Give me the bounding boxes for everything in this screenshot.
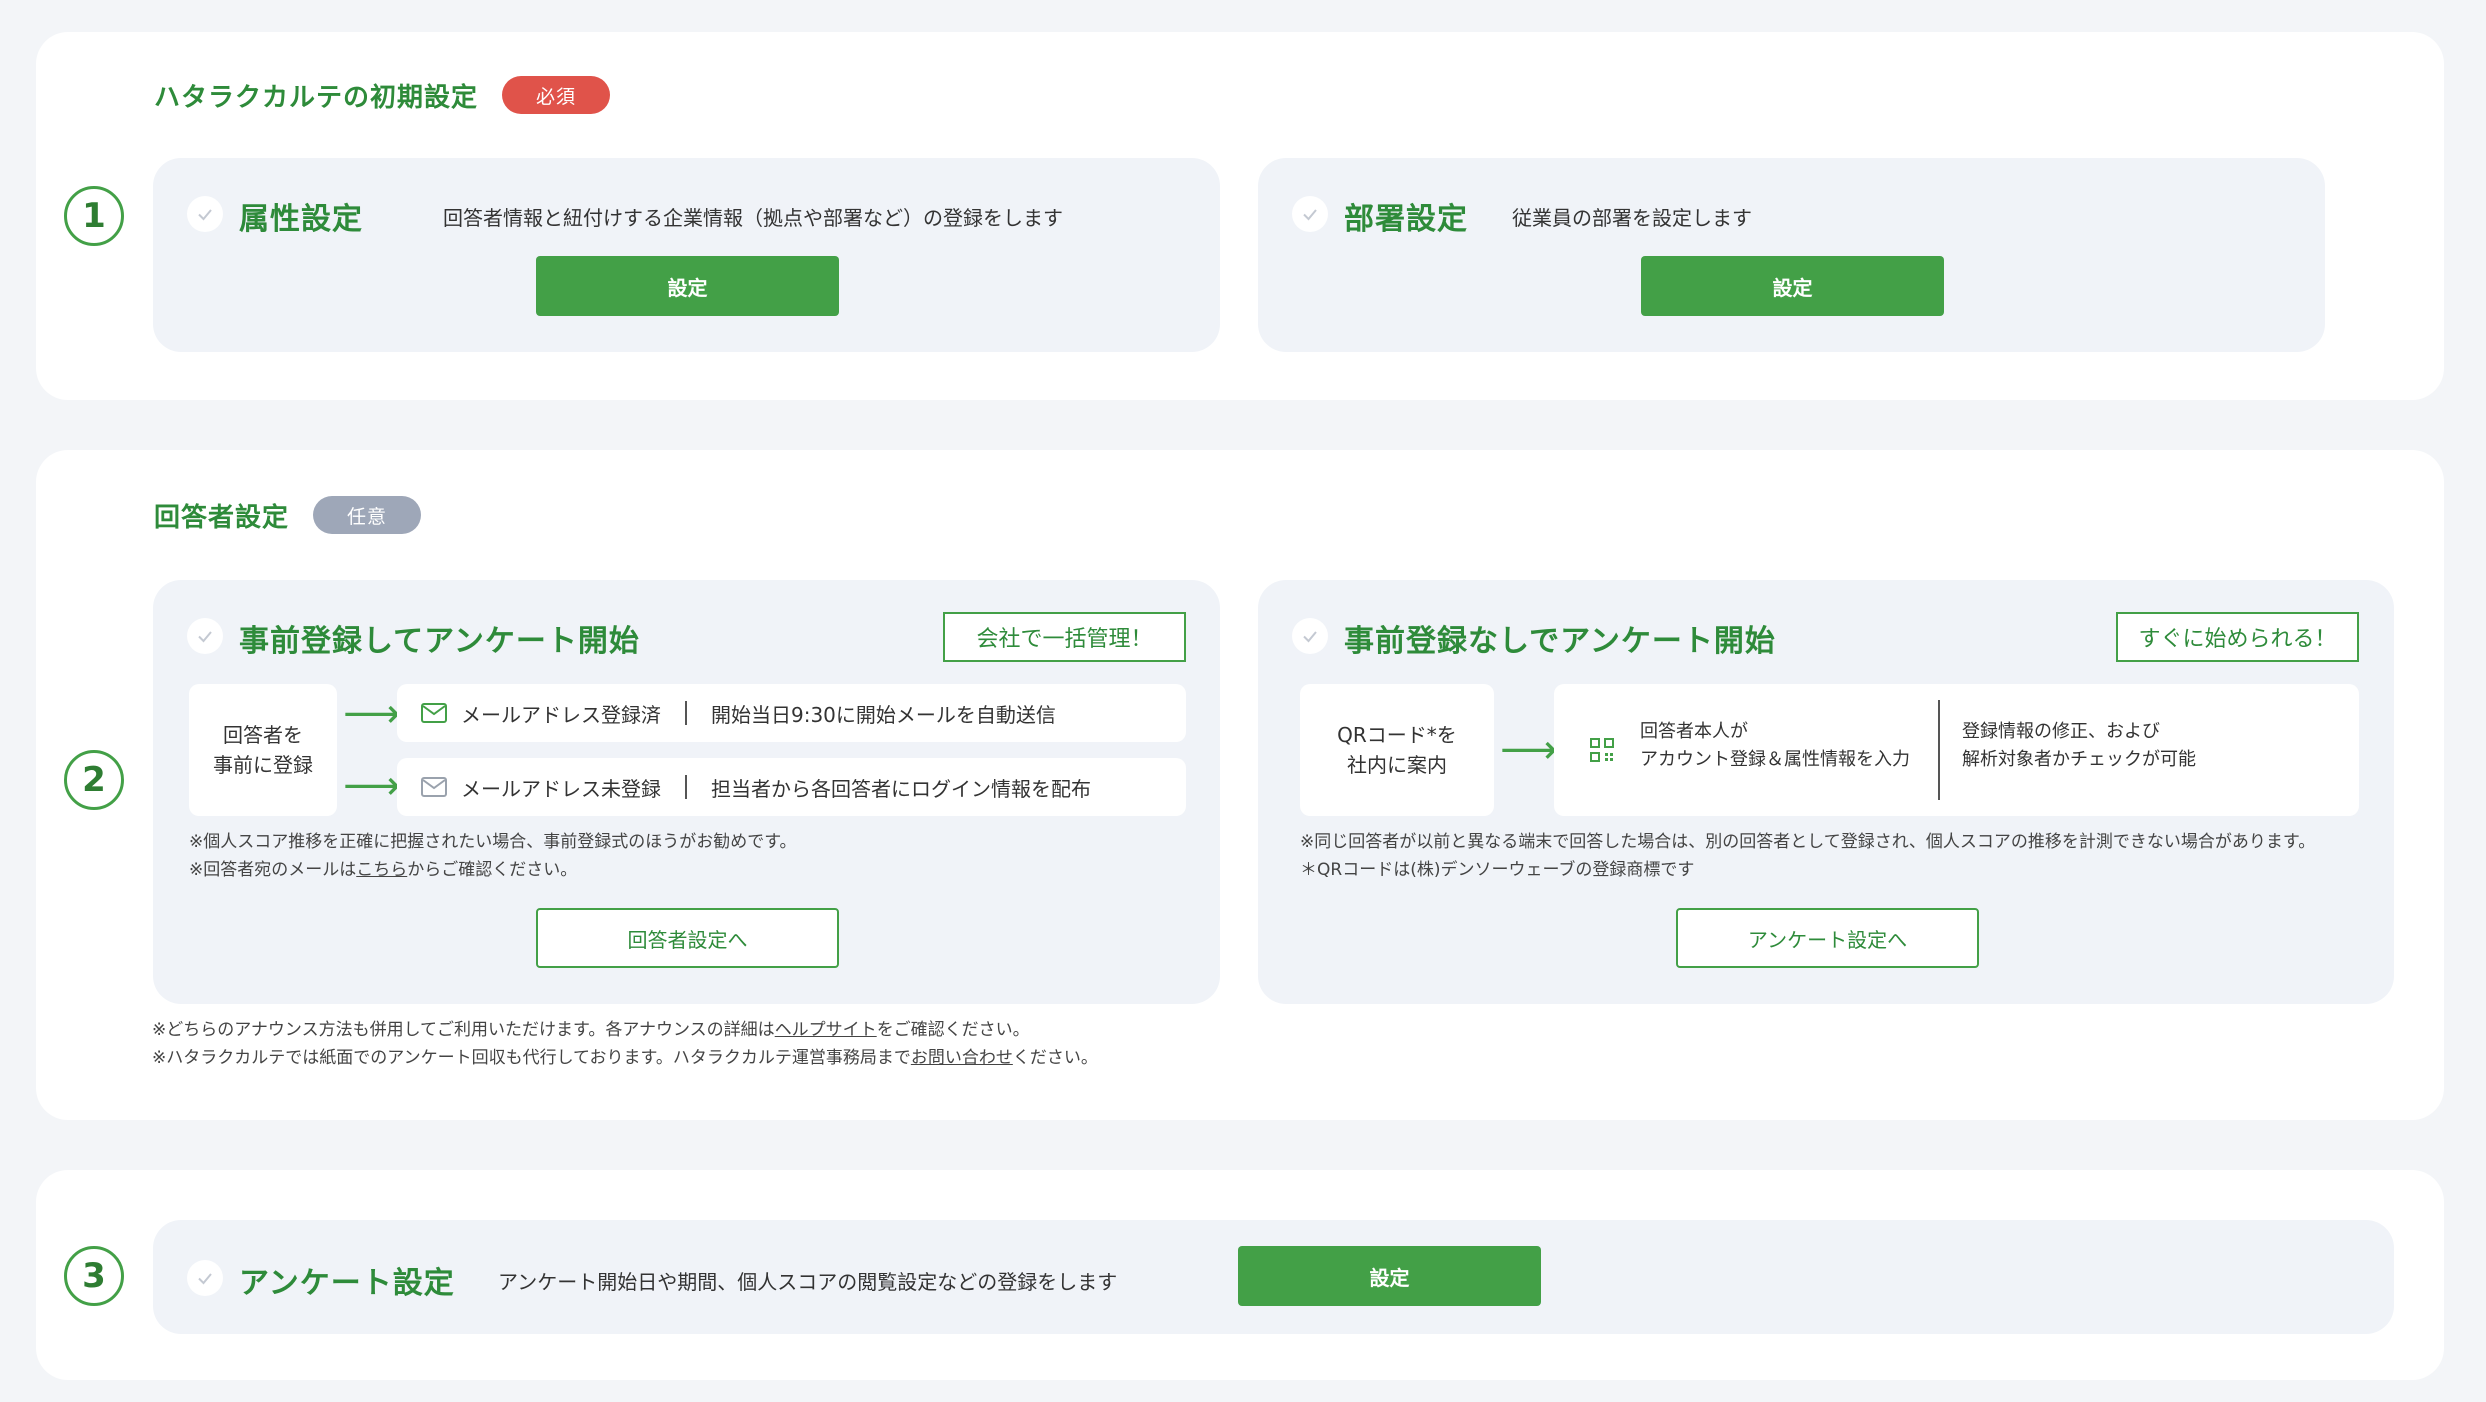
note-email-check: ※回答者宛のメールはこちらからご確認ください。 <box>189 856 577 884</box>
check-icon <box>187 1260 223 1296</box>
check-icon <box>187 618 223 654</box>
check-icon <box>1292 196 1328 232</box>
box-line: QRコード*を <box>1337 723 1457 747</box>
note-recommendation: ※個人スコア推移を正確に把握されたい場合、事前登録式のほうがお勧めです。 <box>189 832 797 852</box>
row-detail: 担当者から各回答者にログイン情報を配布 <box>711 776 1091 801</box>
card-no-pre-registration: 事前登録なしでアンケート開始 すぐに始められる！ QRコード*を 社内に案内 ⟶… <box>1258 580 2394 1004</box>
arrow-right-icon: ⟶ <box>343 691 401 737</box>
flow-step-register: 回答者本人が アカウント登録＆属性情報を入力 <box>1640 718 1910 774</box>
box-line: 社内に案内 <box>1347 753 1447 777</box>
box-line: 回答者を <box>223 723 303 747</box>
step-number-2: 2 <box>64 750 124 810</box>
qr-icon <box>1590 738 1614 762</box>
attribute-settings-button[interactable]: 設定 <box>536 256 839 316</box>
note-text: をご確認ください。 <box>876 1020 1030 1040</box>
divider <box>685 775 687 799</box>
department-settings-button[interactable]: 設定 <box>1641 256 1944 316</box>
help-site-link[interactable]: ヘルプサイト <box>775 1020 877 1040</box>
mail-icon <box>421 777 447 797</box>
email-check-link[interactable]: こちら <box>356 860 407 880</box>
optional-badge: 任意 <box>313 496 422 534</box>
respondent-settings-button[interactable]: 回答者設定へ <box>536 908 839 968</box>
contact-link[interactable]: お問い合わせ <box>911 1048 1013 1068</box>
card-title: 事前登録なしでアンケート開始 <box>1344 624 1776 659</box>
row-label: メールアドレス登録済 <box>461 702 661 727</box>
note-text: ください。 <box>1012 1048 1098 1068</box>
self-registration-flow: 回答者本人が アカウント登録＆属性情報を入力 登録情報の修正、および 解析対象者… <box>1554 684 2359 816</box>
note-text: ※回答者宛のメールは <box>189 860 357 880</box>
card-department-settings: 部署設定 従業員の部署を設定します 設定 <box>1258 158 2325 352</box>
survey-settings-button[interactable]: 設定 <box>1238 1246 1541 1306</box>
card-title: 事前登録してアンケート開始 <box>239 624 640 659</box>
arrow-right-icon: ⟶ <box>1500 727 1558 773</box>
note-qr-trademark: ＊QRコードは(株)デンソーウェーブの登録商標です <box>1300 860 1695 880</box>
card-title: アンケート設定 <box>239 1266 455 1301</box>
flow-line: アカウント登録＆属性情報を入力 <box>1640 749 1910 770</box>
note-device-warning: ※同じ回答者が以前と異なる端末で回答した場合は、別の回答者として登録され、個人ス… <box>1300 832 2316 852</box>
section-survey-settings: 3 アンケート設定 アンケート開始日や期間、個人スコアの閲覧設定などの登録をしま… <box>36 1170 2444 1380</box>
arrow-right-icon: ⟶ <box>343 763 401 809</box>
qr-guide-box: QRコード*を 社内に案内 <box>1300 684 1494 816</box>
flow-line: 解析対象者かチェックが可能 <box>1962 749 2196 770</box>
footer-note-contact: ※ハタラクカルテでは紙面でのアンケート回収も代行しております。ハタラクカルテ運営… <box>152 1044 1098 1072</box>
card-title: 属性設定 <box>239 202 363 237</box>
card-pre-registration: 事前登録してアンケート開始 会社で一括管理！ 回答者を 事前に登録 ⟶ ⟶ メー… <box>153 580 1220 1004</box>
card-description: 回答者情報と紐付けする企業情報（拠点や部署など）の登録をします <box>443 206 1063 230</box>
section-title-text: 回答者設定 <box>154 502 290 533</box>
step-number-3: 3 <box>64 1246 124 1306</box>
section-respondent-settings: 2 回答者設定 任意 事前登録してアンケート開始 会社で一括管理！ 回答者を 事… <box>36 450 2444 1120</box>
row-detail: 開始当日9:30に開始メールを自動送信 <box>711 702 1056 727</box>
flow-step-check: 登録情報の修正、および 解析対象者かチェックが可能 <box>1962 718 2196 774</box>
section-title: ハタラクカルテの初期設定 必須 <box>154 72 611 118</box>
box-line: 事前に登録 <box>213 753 313 777</box>
card-survey-settings: アンケート設定 アンケート開始日や期間、個人スコアの閲覧設定などの登録をします … <box>153 1220 2394 1334</box>
unregistered-email-row: メールアドレス未登録 担当者から各回答者にログイン情報を配布 <box>397 758 1186 816</box>
company-managed-tag: 会社で一括管理！ <box>943 612 1186 662</box>
check-icon <box>187 196 223 232</box>
flow-line: 回答者本人が <box>1640 721 1748 742</box>
note-text: からご確認ください。 <box>407 860 578 880</box>
registered-email-row: メールアドレス登録済 開始当日9:30に開始メールを自動送信 <box>397 684 1186 742</box>
note-text: ※ハタラクカルテでは紙面でのアンケート回収も代行しております。ハタラクカルテ運営… <box>152 1048 911 1068</box>
mail-icon <box>421 703 447 723</box>
divider <box>1938 700 1940 800</box>
card-title: 部署設定 <box>1344 202 1468 237</box>
section-initial-settings: 1 ハタラクカルテの初期設定 必須 属性設定 回答者情報と紐付けする企業情報（拠… <box>36 32 2444 400</box>
card-attribute-settings: 属性設定 回答者情報と紐付けする企業情報（拠点や部署など）の登録をします 設定 <box>153 158 1220 352</box>
quick-start-tag: すぐに始められる！ <box>2116 612 2359 662</box>
footer-note-help: ※どちらのアナウンス方法も併用してご利用いただけます。各アナウンスの詳細はヘルプ… <box>152 1016 1030 1044</box>
card-description: アンケート開始日や期間、個人スコアの閲覧設定などの登録をします <box>498 1270 1118 1294</box>
required-badge: 必須 <box>502 76 611 114</box>
section-title-text: ハタラクカルテの初期設定 <box>154 82 479 113</box>
survey-settings-link-button[interactable]: アンケート設定へ <box>1676 908 1979 968</box>
step-number-1: 1 <box>64 186 124 246</box>
pre-register-box: 回答者を 事前に登録 <box>189 684 337 816</box>
flow-line: 登録情報の修正、および <box>1962 721 2160 742</box>
card-description: 従業員の部署を設定します <box>1512 206 1752 230</box>
check-icon <box>1292 618 1328 654</box>
section-title: 回答者設定 任意 <box>154 492 422 538</box>
note-text: ※どちらのアナウンス方法も併用してご利用いただけます。各アナウンスの詳細は <box>152 1020 775 1040</box>
row-label: メールアドレス未登録 <box>461 776 661 801</box>
divider <box>685 701 687 725</box>
